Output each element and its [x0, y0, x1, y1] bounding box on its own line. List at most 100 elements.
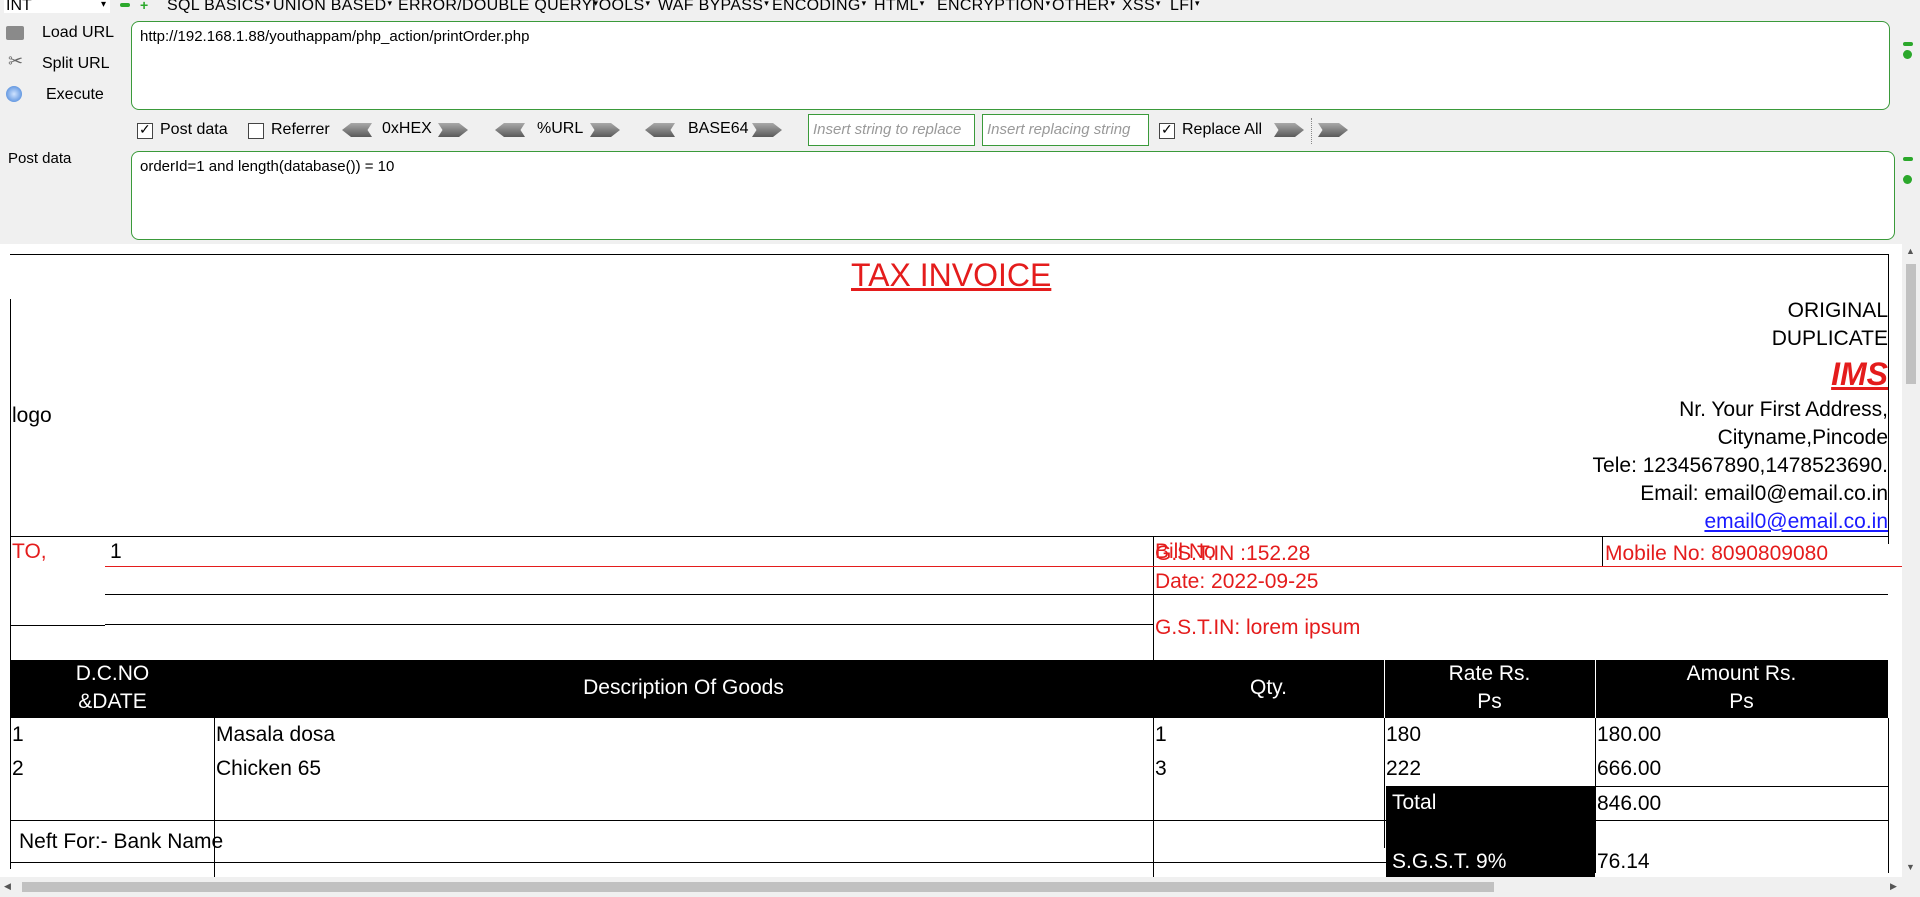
type-select-value: INT — [6, 0, 32, 14]
original-label: ORIGINAL — [1787, 299, 1888, 322]
scroll-down-icon[interactable]: ▼ — [1906, 862, 1915, 872]
row-1-desc: Masala dosa — [216, 723, 336, 746]
row-2-qty: 3 — [1155, 757, 1167, 780]
menu-error-double-query[interactable]: ERROR/DOUBLE QUERY — [398, 0, 598, 15]
header-rate: Rate Rs. — [1448, 662, 1531, 685]
to-label: TO, — [12, 540, 47, 563]
duplicate-label: DUPLICATE — [1771, 327, 1888, 350]
row-2-rate: 222 — [1386, 757, 1422, 780]
email-link[interactable]: email0@email.co.in — [1704, 510, 1888, 534]
base64-label: BASE64 — [688, 120, 749, 137]
header-rate-ps: Ps — [1477, 690, 1502, 713]
url-encode-arrow-icon[interactable] — [590, 123, 620, 137]
menu-waf-bypass[interactable]: WAF BYPASS — [658, 0, 769, 15]
menu-html[interactable]: HTML — [874, 0, 925, 15]
logo-placeholder: logo — [12, 404, 52, 427]
row-1-no: 1 — [12, 723, 24, 746]
gstin-text: G.S.T.IN: lorem ipsum — [1155, 616, 1361, 639]
post-data-checkbox-label: Post data — [160, 121, 228, 138]
menu-bar: INT ▾ + SQL BASICS UNION BASED ERROR/DOU… — [0, 0, 1920, 14]
sgst-value: 76.14 — [1597, 850, 1650, 873]
scroll-up-icon[interactable]: ▲ — [1906, 246, 1915, 256]
referrer-checkbox-label: Referrer — [271, 121, 330, 138]
vertical-scroll-thumb[interactable] — [1906, 264, 1916, 384]
replacing-string-input[interactable]: Insert replacing string — [982, 114, 1149, 146]
vertical-scrollbar[interactable]: ▲ ▼ — [1902, 244, 1920, 877]
replace-arrow-icon[interactable] — [1274, 123, 1304, 137]
split-url-button[interactable]: Split URL — [42, 55, 110, 73]
row-2-desc: Chicken 65 — [216, 757, 322, 780]
address-line-1: Nr. Your First Address, — [1679, 398, 1888, 421]
url-input-value: http://192.168.1.88/youthappam/php_actio… — [140, 28, 530, 45]
telephone: Tele: 1234567890,1478523690. — [1592, 454, 1888, 477]
address-line-2: Cityname,Pincode — [1717, 426, 1888, 449]
total-label: Total — [1392, 791, 1437, 814]
referrer-checkbox[interactable] — [248, 123, 264, 139]
horizontal-scrollbar[interactable]: ◀ ▶ — [0, 877, 1920, 897]
header-qty: Qty. — [1250, 676, 1287, 699]
menu-sql-basics[interactable]: SQL BASICS — [167, 0, 270, 15]
scissors-icon[interactable]: ✂ — [8, 52, 23, 70]
row-1-amount: 180.00 — [1597, 723, 1662, 746]
base64-decode-arrow-icon[interactable] — [645, 123, 675, 137]
replace-all-checkbox[interactable] — [1159, 121, 1175, 139]
execute-button[interactable]: Execute — [46, 86, 104, 104]
menu-tools[interactable]: TOOLS — [589, 0, 650, 15]
url-input[interactable]: http://192.168.1.88/youthappam/php_actio… — [131, 21, 1890, 110]
replace-string-placeholder: Insert string to replace — [813, 121, 962, 138]
header-description: Description Of Goods — [583, 676, 784, 699]
post-plus-icon[interactable] — [1903, 175, 1912, 184]
header-amount-ps: Ps — [1729, 690, 1754, 713]
url-encode-label: %URL — [537, 120, 584, 137]
invoice-title: TAX INVOICE — [851, 257, 1052, 293]
header-amount: Amount Rs. — [1686, 662, 1797, 685]
plus-icon[interactable]: + — [140, 0, 148, 12]
email-text: Email: email0@email.co.in — [1640, 482, 1888, 505]
replace-string-input[interactable]: Insert string to replace — [808, 114, 975, 146]
replace-all-label: Replace All — [1182, 121, 1263, 138]
load-url-icon[interactable] — [6, 26, 24, 40]
header-dc-no: D.C.NO — [75, 662, 150, 685]
post-data-checkbox[interactable] — [137, 121, 153, 139]
load-url-button[interactable]: Load URL — [42, 24, 114, 42]
row-2-no: 2 — [12, 757, 24, 780]
header-dc-date: &DATE — [78, 690, 147, 713]
row-2-amount: 666.00 — [1597, 757, 1662, 780]
gstin-amount: G.S.T.IN :152.28 — [1155, 542, 1311, 565]
scroll-left-icon[interactable]: ◀ — [4, 881, 11, 892]
hex-encode-arrow-icon[interactable] — [438, 123, 468, 137]
url-decode-arrow-icon[interactable] — [495, 123, 525, 137]
horizontal-scroll-thumb[interactable] — [22, 882, 1494, 892]
scroll-right-icon[interactable]: ▶ — [1890, 881, 1897, 892]
menu-lfi[interactable]: LFI — [1170, 0, 1200, 15]
row-1-qty: 1 — [1155, 723, 1167, 746]
row-1-rate: 180 — [1386, 723, 1422, 746]
minus-icon[interactable] — [120, 3, 130, 7]
url-minus-icon[interactable] — [1903, 42, 1913, 46]
url-plus-icon[interactable] — [1903, 50, 1912, 59]
base64-encode-arrow-icon[interactable] — [752, 123, 782, 137]
replace-arrow-2-icon[interactable] — [1318, 123, 1348, 137]
post-minus-icon[interactable] — [1903, 157, 1913, 161]
menu-xss[interactable]: XSS — [1122, 0, 1161, 15]
page-viewport: TAX INVOICE logo ORIGINAL DUPLICATE IMS … — [0, 244, 1902, 877]
type-select[interactable]: INT ▾ — [4, 0, 110, 14]
menu-union-based[interactable]: UNION BASED — [273, 0, 392, 15]
to-value: 1 — [110, 540, 122, 563]
separator — [1311, 118, 1313, 144]
company-name: IMS — [1831, 356, 1888, 392]
replacing-string-placeholder: Insert replacing string — [987, 121, 1131, 138]
menu-encryption[interactable]: ENCRYPTION — [937, 0, 1050, 15]
hex-decode-arrow-icon[interactable] — [342, 123, 372, 137]
neft-bank-name: Neft For:- Bank Name — [19, 830, 224, 853]
mobile-number: Mobile No: 8090809080 — [1605, 542, 1829, 565]
execute-icon[interactable] — [6, 86, 22, 102]
menu-encoding[interactable]: ENCODING — [772, 0, 866, 15]
total-value: 846.00 — [1597, 792, 1662, 815]
chevron-down-icon: ▾ — [100, 0, 106, 10]
sgst-label: S.G.S.T. 9% — [1392, 850, 1507, 873]
hex-label: 0xHEX — [382, 120, 432, 137]
menu-other[interactable]: OTHER — [1052, 0, 1115, 15]
post-data-value: orderId=1 and length(database()) = 10 — [140, 158, 395, 175]
post-data-input[interactable]: orderId=1 and length(database()) = 10 — [131, 151, 1895, 240]
